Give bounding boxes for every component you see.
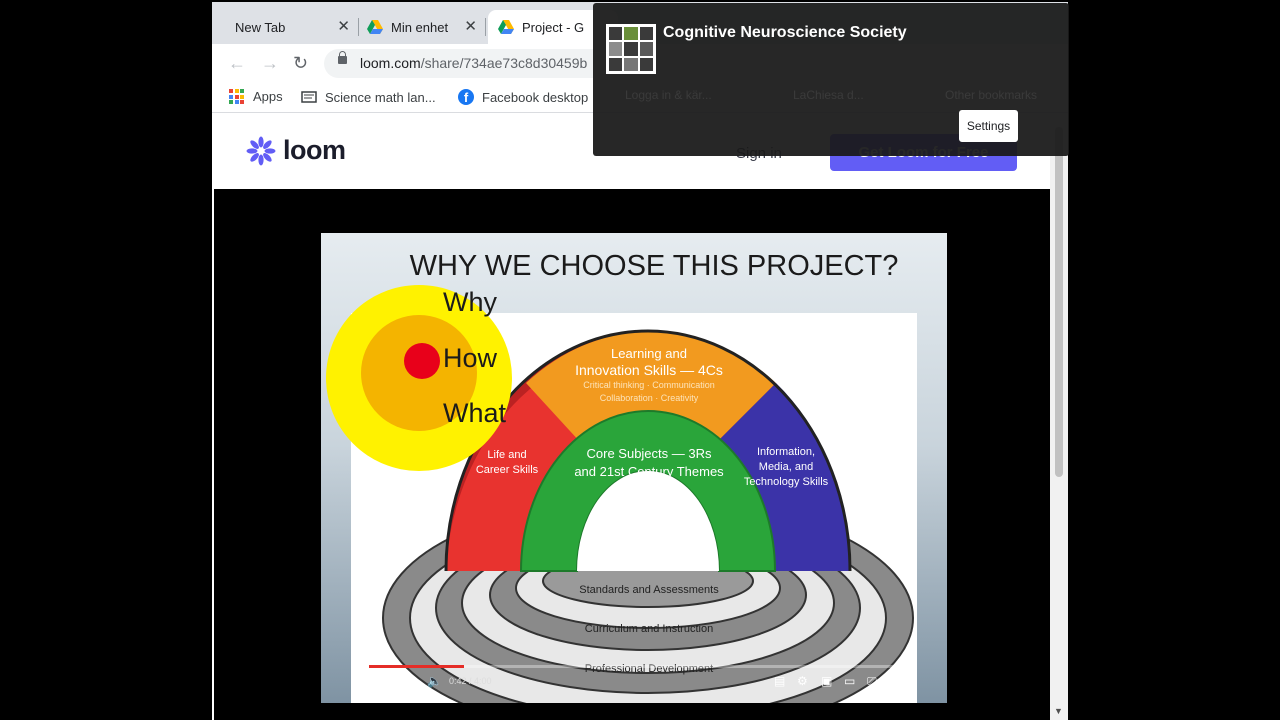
arch-learning-sub2: Collaboration · Creativity — [599, 393, 699, 403]
tab-title: Project - G — [522, 19, 585, 35]
circle-label-what: What — [443, 398, 507, 428]
tab-min-enhet[interactable]: Min enhet ✕ — [359, 10, 485, 44]
video-player[interactable]: WHY WE CHOOSE THIS PROJECT? Why How What… — [214, 189, 1050, 720]
arch-info-line3: Technology Skills — [743, 476, 829, 488]
url-host: loom.com — [360, 55, 421, 71]
bookmark-ghost-other: Other bookmarks — [945, 88, 1038, 102]
volume-icon[interactable]: 🔈 — [427, 674, 442, 688]
scroll-down-arrow-icon[interactable]: ▼ — [1054, 706, 1063, 716]
page-scrollbar[interactable]: ▼ — [1050, 113, 1068, 720]
theater-mode-icon[interactable]: ▭ — [844, 674, 855, 688]
player-controls: ▶ ⏭ 🔈 0:42 / 4:00 ▤ ⚙ ▣ ▭ ⎚ ⛶ — [369, 665, 919, 695]
bookmark-science-math[interactable]: Science math lan... — [301, 89, 436, 105]
facebook-icon: f — [458, 89, 474, 105]
bookmark-ghost-logga: Logga in & kär... — [625, 88, 712, 102]
arch-life-line1: Life and — [487, 449, 527, 461]
arch-learning-line1: Learning and — [611, 346, 687, 361]
google-drive-icon — [367, 20, 383, 34]
notification-settings-button[interactable]: Settings — [959, 110, 1018, 142]
close-tab-icon[interactable]: ✕ — [337, 18, 350, 36]
circle-label-how: How — [443, 343, 498, 373]
ring-label-curriculum: Curriculum and Instruction — [584, 623, 714, 635]
arch-info-label: Information, Media, and Technology Skill… — [741, 445, 831, 490]
tab-title: New Tab — [235, 19, 286, 35]
arch-info-line1: Information, — [756, 446, 816, 458]
apps-grid-icon — [229, 89, 244, 104]
scrollbar-thumb[interactable] — [1055, 127, 1063, 477]
close-tab-icon[interactable]: ✕ — [464, 18, 477, 36]
settings-gear-icon[interactable]: ⚙ — [797, 674, 808, 688]
miniplayer-icon[interactable]: ▣ — [821, 674, 832, 688]
arch-life-line2: Career Skills — [475, 464, 539, 476]
url-path: /share/734ae73c8d30459b — [420, 55, 588, 71]
arch-learning-label: Learning and Innovation Skills — 4Cs Cri… — [549, 345, 749, 405]
time-readout: 0:42 / 4:00 — [449, 676, 492, 686]
play-icon[interactable]: ▶ — [379, 674, 388, 688]
google-drive-icon — [498, 20, 514, 34]
bookmark-ghost-lachiesa: LaChiesa d... — [793, 88, 864, 102]
bookmark-page-icon — [301, 91, 317, 103]
back-arrow-icon[interactable]: ← — [228, 53, 246, 74]
progress-fill — [369, 665, 464, 668]
bookmark-label: Facebook desktop — [482, 89, 589, 105]
fullscreen-icon[interactable]: ⛶ — [891, 674, 899, 688]
arch-core-line1: Core Subjects — 3Rs — [586, 446, 712, 461]
progress-bar[interactable] — [369, 665, 909, 668]
presentation-slide: WHY WE CHOOSE THIS PROJECT? Why How What… — [321, 233, 947, 703]
forward-arrow-icon[interactable]: → — [261, 53, 279, 74]
arch-learning-line2: Innovation Skills — 4Cs — [575, 362, 723, 378]
url-text: loom.com/share/734ae73c8d30459b — [360, 55, 587, 71]
desktop-notification[interactable]: Cognitive Neuroscience Society Logga in … — [593, 3, 1069, 156]
circle-label-why: Why — [443, 287, 497, 317]
arch-life-label: Life and Career Skills — [467, 448, 547, 478]
tab-new-tab[interactable]: New Tab ✕ — [220, 10, 358, 44]
notification-app-icon — [606, 24, 656, 74]
loom-logo[interactable]: loom — [246, 135, 346, 166]
loom-wordmark: loom — [283, 135, 346, 165]
loom-asterisk-icon — [246, 136, 276, 165]
notification-title: Cognitive Neuroscience Society — [663, 24, 907, 41]
cast-icon[interactable]: ⎚ — [867, 674, 877, 688]
next-icon[interactable]: ⏭ — [405, 674, 416, 688]
bookmark-label: Science math lan... — [325, 89, 436, 105]
bookmark-apps[interactable]: Apps — [229, 89, 283, 104]
ring-label-standards: Standards and Assessments — [579, 584, 719, 596]
arch-core-label: Core Subjects — 3Rs and 21st Century The… — [559, 445, 739, 481]
arch-core-line2: and 21st Century Themes — [574, 464, 724, 479]
bookmark-label: Apps — [253, 89, 283, 104]
reload-icon[interactable]: ↻ — [293, 53, 308, 74]
arch-learning-sub1: Critical thinking · Communication — [583, 380, 715, 390]
captions-icon[interactable]: ▤ — [774, 674, 785, 688]
lock-icon — [338, 51, 347, 64]
tab-title: Min enhet — [391, 19, 449, 35]
arch-info-line2: Media, and — [758, 461, 814, 473]
tab-separator — [485, 18, 486, 36]
bookmark-facebook[interactable]: f Facebook desktop — [458, 89, 588, 105]
